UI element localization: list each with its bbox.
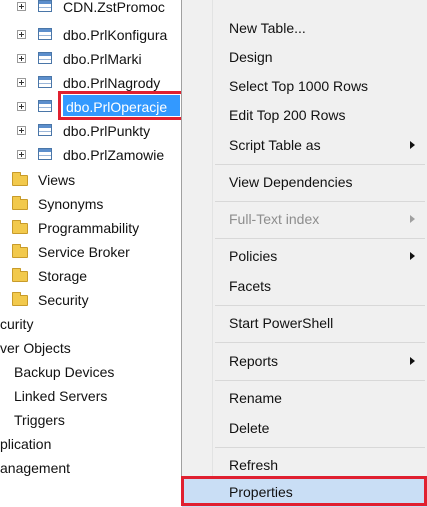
menu-item-label: Edit Top 200 Rows — [229, 107, 346, 123]
menu-item-facets[interactable]: Facets — [182, 271, 427, 301]
menu-item-label: Rename — [229, 390, 282, 406]
tree-node-server[interactable]: anagement — [0, 457, 182, 479]
folder-icon — [12, 220, 28, 234]
folder-icon — [12, 268, 28, 282]
menu-item-full-text-index: Full-Text index — [182, 204, 427, 234]
tree-node-label: anagement — [0, 460, 71, 476]
tree-node-label: ver Objects — [0, 340, 71, 356]
tree-node-label: Linked Servers — [14, 388, 108, 404]
menu-item-delete[interactable]: Delete — [182, 413, 427, 443]
tree-node-label: Programmability — [38, 220, 140, 236]
tree-node-label: Triggers — [14, 412, 65, 428]
menu-separator — [215, 238, 425, 239]
menu-separator — [215, 342, 425, 343]
tree-node-label: CDN.ZstPromoc — [63, 0, 165, 15]
table-icon — [38, 76, 52, 88]
tree-node-label: curity — [0, 316, 34, 332]
tree-node-label: Views — [38, 172, 76, 188]
table-icon — [38, 148, 52, 160]
tree-node-server[interactable]: curity — [0, 313, 182, 335]
table-icon — [38, 100, 52, 112]
menu-item-label: Full-Text index — [229, 211, 320, 227]
submenu-arrow-icon — [410, 357, 415, 365]
menu-item-label: Start PowerShell — [229, 315, 334, 331]
tree-node-server[interactable]: plication — [0, 433, 182, 455]
menu-separator — [215, 164, 425, 165]
table-icon — [38, 28, 52, 40]
menu-item-view-dependencies[interactable]: View Dependencies — [182, 167, 427, 197]
tree-node-table[interactable]: dbo.PrlZamowie — [0, 144, 182, 166]
tree-node-folder[interactable]: Synonyms — [0, 193, 182, 215]
menu-separator — [215, 201, 425, 202]
selection-callout-box — [58, 91, 182, 120]
object-explorer-tree: CDN.ZstPromoc dbo.PrlKonfigura dbo.PrlMa… — [0, 0, 182, 506]
tree-node-folder[interactable]: Service Broker — [0, 241, 182, 263]
expand-icon[interactable] — [17, 54, 26, 63]
menu-item-script-table-as[interactable]: Script Table as — [182, 130, 427, 160]
tree-node-label: dbo.PrlKonfigura — [63, 27, 168, 43]
folder-icon — [12, 196, 28, 210]
menu-separator — [215, 447, 425, 448]
folder-icon — [12, 172, 28, 186]
submenu-arrow-icon — [410, 252, 415, 260]
tree-node-label: dbo.PrlMarki — [63, 51, 142, 67]
menu-item-design[interactable]: Design — [182, 42, 427, 72]
tree-node-label: dbo.PrlPunkty — [63, 123, 151, 139]
tree-node-label: Service Broker — [38, 244, 130, 260]
tree-node-table[interactable]: dbo.PrlKonfigura — [0, 24, 182, 46]
menu-item-rename[interactable]: Rename — [182, 383, 427, 413]
properties-callout-box — [181, 476, 427, 506]
submenu-arrow-icon — [410, 215, 415, 223]
menu-item-label: View Dependencies — [229, 174, 353, 190]
expand-icon[interactable] — [17, 30, 26, 39]
menu-item-start-powershell[interactable]: Start PowerShell — [182, 308, 427, 338]
menu-item-reports[interactable]: Reports — [182, 346, 427, 376]
expand-icon[interactable] — [17, 126, 26, 135]
tree-node-folder[interactable]: Programmability — [0, 217, 182, 239]
menu-separator — [215, 380, 425, 381]
folder-icon — [12, 244, 28, 258]
table-icon — [38, 52, 52, 64]
tree-node-table[interactable]: CDN.ZstPromoc — [0, 0, 182, 18]
tree-node-label: Storage — [38, 268, 88, 284]
expand-icon[interactable] — [17, 102, 26, 111]
menu-item-label: Policies — [229, 248, 278, 264]
tree-node-folder[interactable]: Storage — [0, 265, 182, 287]
menu-item-label: Delete — [229, 420, 270, 436]
expand-icon[interactable] — [17, 78, 26, 87]
tree-node-label: Synonyms — [38, 196, 104, 212]
tree-node-label: Backup Devices — [14, 364, 115, 380]
menu-item-label: New Table... — [229, 20, 306, 36]
tree-node-table[interactable]: dbo.PrlMarki — [0, 48, 182, 70]
tree-node-folder[interactable]: Security — [0, 289, 182, 311]
table-icon — [38, 124, 52, 136]
context-menu: New Table... Design Select Top 1000 Rows… — [181, 0, 427, 507]
menu-item-new-table[interactable]: New Table... — [182, 13, 427, 43]
expand-icon[interactable] — [17, 2, 26, 11]
tree-node-server[interactable]: Triggers — [0, 409, 182, 431]
menu-item-label: Facets — [229, 278, 272, 294]
tree-node-label: plication — [0, 436, 52, 452]
menu-item-policies[interactable]: Policies — [182, 241, 427, 271]
menu-item-select-top-1000[interactable]: Select Top 1000 Rows — [182, 71, 427, 101]
menu-item-label: Script Table as — [229, 137, 321, 153]
tree-node-server[interactable]: Backup Devices — [0, 361, 182, 383]
tree-node-server[interactable]: ver Objects — [0, 337, 182, 359]
menu-item-label: Design — [229, 49, 273, 65]
menu-separator — [215, 305, 425, 306]
tree-node-table[interactable]: dbo.PrlPunkty — [0, 120, 182, 142]
tree-node-folder[interactable]: Views — [0, 169, 182, 191]
tree-node-label: Security — [38, 292, 89, 308]
menu-item-edit-top-200[interactable]: Edit Top 200 Rows — [182, 100, 427, 130]
menu-item-label: Select Top 1000 Rows — [229, 78, 369, 94]
submenu-arrow-icon — [410, 141, 415, 149]
menu-item-label: Reports — [229, 353, 279, 369]
folder-icon — [12, 292, 28, 306]
expand-icon[interactable] — [17, 150, 26, 159]
table-icon — [38, 0, 52, 12]
tree-node-server[interactable]: Linked Servers — [0, 385, 182, 407]
tree-node-label: dbo.PrlZamowie — [63, 147, 165, 163]
